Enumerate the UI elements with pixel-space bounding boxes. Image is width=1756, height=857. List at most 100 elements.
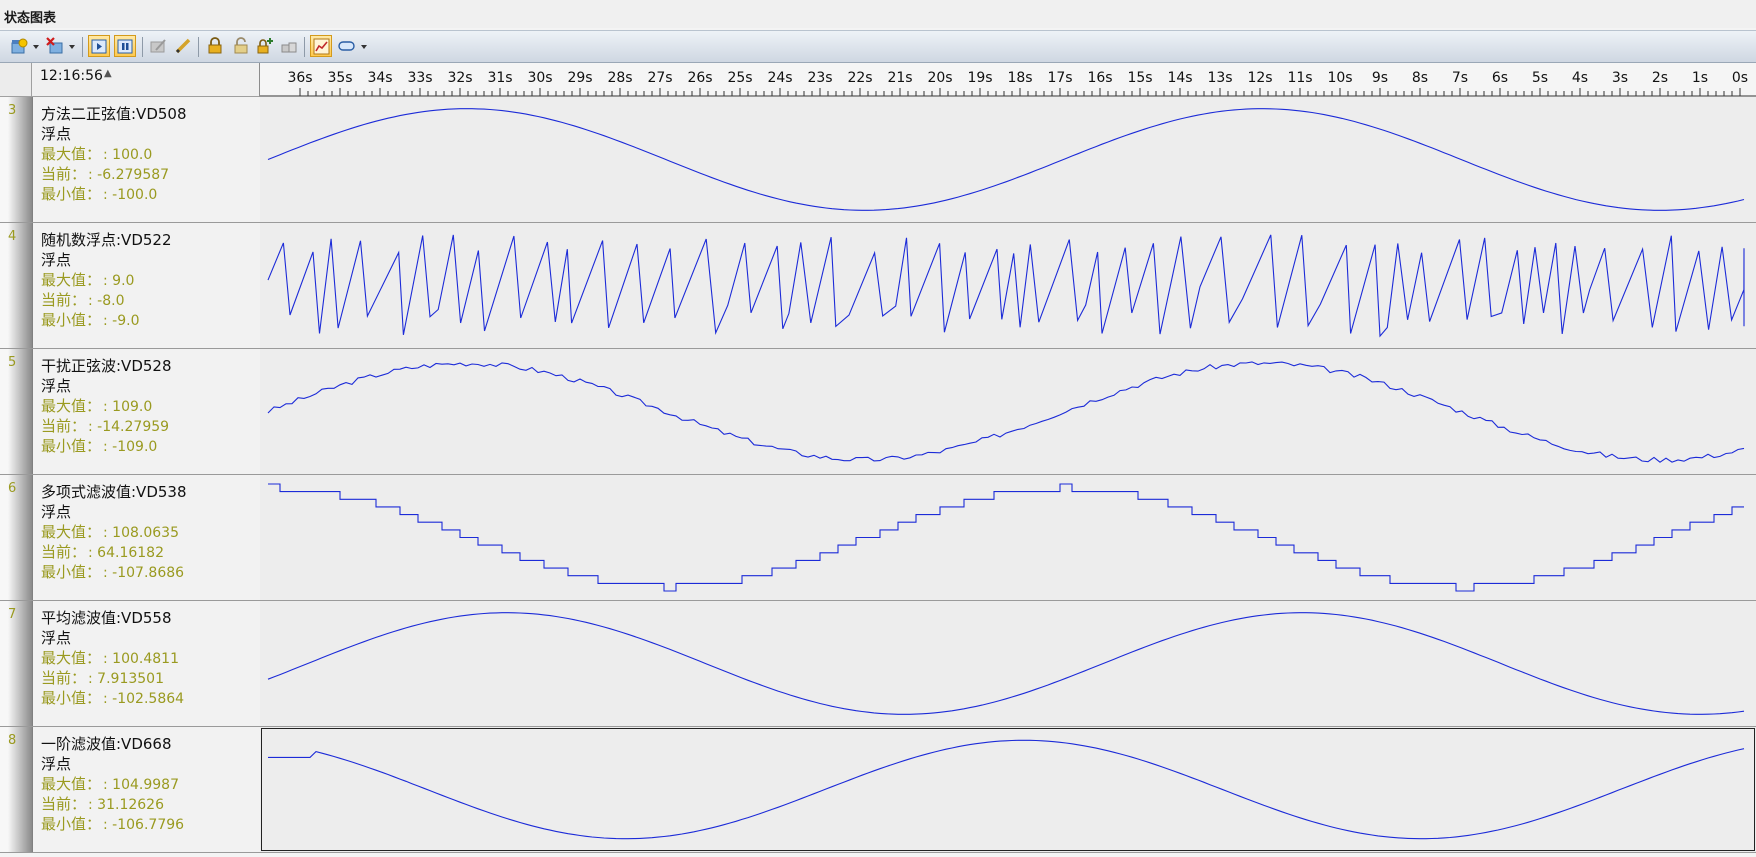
time-tick-label: 3s [1612, 70, 1628, 86]
max-label: 最大值： [41, 145, 102, 163]
trace-index: 3 [0, 97, 33, 222]
trace-max: 最大值：: 9.0 [41, 269, 134, 290]
chevron-down-icon[interactable] [68, 43, 76, 51]
trace-row[interactable]: 7 平均滤波值:VD558 浮点 最大值：: 100.4811 当前：: 7.91350… [0, 601, 1756, 727]
time-tick-label: 11s [1287, 70, 1312, 86]
chevron-down-icon[interactable] [360, 43, 368, 51]
trace-min: 最小值：: -9.0 [41, 309, 140, 330]
trace-current: 当前：: 64.16182 [41, 541, 164, 562]
trace-type: 浮点 [41, 629, 72, 647]
force-button[interactable] [204, 35, 226, 57]
trace-label-panel[interactable]: 随机数浮点:VD522 浮点 最大值：: 9.0 当前：: -8.0 最小值：: -9.… [33, 223, 261, 348]
time-tick-label: 12s [1247, 70, 1272, 86]
time-tick-label: 31s [487, 70, 512, 86]
trace-index-number: 5 [8, 355, 17, 370]
run-button[interactable] [88, 35, 110, 57]
trace-row[interactable]: 6 多项式滤波值:VD538 浮点 最大值：: 108.0635 当前：: 64.161… [0, 475, 1756, 601]
time-axis: 36s 35s 34s 33s 32s 31s 30s 29s 28s 27s 26s 25s 24s 2… [260, 63, 1756, 97]
trace-name: 干扰正弦波:VD528 [41, 357, 172, 375]
window-title-bar: 状态图表 [0, 0, 1756, 28]
write-button[interactable] [148, 35, 170, 57]
trace-label-panel[interactable]: 方法二正弦值:VD508 浮点 最大值：: 100.0 当前：: -6.279587 最… [33, 97, 261, 222]
index-column-header [0, 63, 32, 97]
tag-button[interactable] [336, 35, 358, 57]
trace-min: 最小值：: -107.8686 [41, 561, 184, 582]
trace-waveform [267, 108, 1745, 211]
trace-index: 7 [0, 601, 33, 726]
trace-plot[interactable] [260, 97, 1756, 222]
chart-options-button[interactable] [310, 35, 332, 57]
pause-button[interactable] [114, 35, 136, 57]
trace-name: 随机数浮点:VD522 [41, 231, 172, 249]
trace-row[interactable]: 4 随机数浮点:VD522 浮点 最大值：: 9.0 当前：: -8.0 最小值：: -9… [0, 223, 1756, 349]
force-add-button[interactable] [254, 35, 276, 57]
add-chart-icon [11, 38, 28, 54]
toolbar-separator [198, 37, 199, 57]
min-value: : -9.0 [103, 313, 140, 329]
time-tick-label: 15s [1127, 70, 1152, 86]
trace-min: 最小值：: -106.7796 [41, 813, 184, 834]
trace-max: 最大值：: 100.0 [41, 143, 152, 164]
trace-type: 浮点 [41, 377, 72, 395]
trace-current: 当前：: 7.913501 [41, 667, 164, 688]
trace-row[interactable]: 8 一阶滤波值:VD668 浮点 最大值：: 104.9987 当前：: 31.1262… [0, 727, 1756, 853]
trace-index-number: 6 [8, 481, 17, 496]
remove-chart-button[interactable] [44, 35, 66, 57]
trace-label-panel[interactable]: 平均滤波值:VD558 浮点 最大值：: 100.4811 当前：: 7.913501… [33, 601, 261, 726]
time-tick-label: 21s [887, 70, 912, 86]
add-chart-button[interactable] [8, 35, 30, 57]
trace-label-panel[interactable]: 一阶滤波值:VD668 浮点 最大值：: 104.9987 当前：: 31.12626… [33, 727, 261, 852]
time-column-header[interactable]: 12:16:56 ▲ [32, 63, 260, 97]
trace-plot[interactable] [260, 349, 1756, 474]
trace-min: 最小值：: -100.0 [41, 183, 157, 204]
time-tick-label: 0s [1732, 70, 1748, 86]
chart-options-icon [313, 38, 330, 55]
current-label: 当前： [41, 795, 87, 813]
time-tick-label: 4s [1572, 70, 1588, 86]
edit-disabled-icon [150, 39, 166, 53]
time-tick-label: 22s [847, 70, 872, 86]
trace-max: 最大值：: 108.0635 [41, 521, 179, 542]
time-tick-label: 33s [407, 70, 432, 86]
trace-index: 5 [0, 349, 33, 474]
trace-plot[interactable] [260, 601, 1756, 726]
time-tick-label: 29s [567, 70, 592, 86]
trace-name: 方法二正弦值:VD508 [41, 105, 187, 123]
trace-plot[interactable] [260, 727, 1756, 852]
max-value: : 109.0 [103, 399, 153, 415]
unforce-button[interactable] [230, 35, 252, 57]
trace-type: 浮点 [41, 251, 72, 269]
time-tick-label: 9s [1372, 70, 1388, 86]
current-value: : 31.12626 [88, 797, 164, 813]
trace-current: 当前：: 31.12626 [41, 793, 164, 814]
current-label: 当前： [41, 543, 87, 561]
tag-icon [338, 41, 355, 51]
force-multi-button[interactable] [278, 35, 300, 57]
max-label: 最大值： [41, 523, 102, 541]
trace-label-panel[interactable]: 干扰正弦波:VD528 浮点 最大值：: 109.0 当前：: -14.27959 最小… [33, 349, 261, 474]
trace-label-panel[interactable]: 多项式滤波值:VD538 浮点 最大值：: 108.0635 当前：: 64.1618… [33, 475, 261, 600]
time-tick-label: 16s [1087, 70, 1112, 86]
trace-row[interactable]: 5 干扰正弦波:VD528 浮点 最大值：: 109.0 当前：: -14.27959 最… [0, 349, 1756, 475]
time-tick-label: 23s [807, 70, 832, 86]
trace-plot[interactable] [260, 475, 1756, 600]
chevron-down-icon[interactable] [32, 43, 40, 51]
time-tick-label: 30s [527, 70, 552, 86]
trace-index-number: 8 [8, 733, 17, 748]
trace-current: 当前：: -8.0 [41, 289, 125, 310]
time-tick-label: 5s [1532, 70, 1548, 86]
time-tick-label: 19s [967, 70, 992, 86]
trace-current: 当前：: -6.279587 [41, 163, 169, 184]
trace-type: 浮点 [41, 503, 72, 521]
trace-name: 平均滤波值:VD558 [41, 609, 172, 627]
min-label: 最小值： [41, 563, 102, 581]
edit-button[interactable] [172, 35, 194, 57]
time-tick-label: 7s [1452, 70, 1468, 86]
trace-type: 浮点 [41, 125, 72, 143]
trace-max: 最大值：: 109.0 [41, 395, 152, 416]
time-tick-label: 27s [647, 70, 672, 86]
trace-row[interactable]: 3 方法二正弦值:VD508 浮点 最大值：: 100.0 当前：: -6.279587… [0, 97, 1756, 223]
trace-min: 最小值：: -109.0 [41, 435, 157, 456]
trace-plot[interactable] [260, 223, 1756, 348]
status-chart-window: 状态图表 12:16:56 ▲ 36s 35s 34s 33s 32s 31s … [0, 0, 1756, 857]
